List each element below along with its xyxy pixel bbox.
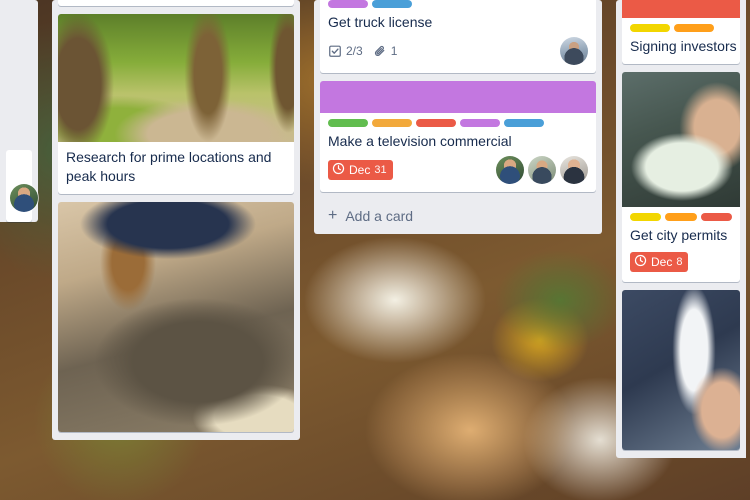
clock-icon: [332, 162, 345, 178]
label-red[interactable]: [416, 119, 456, 127]
label-blue[interactable]: [504, 119, 544, 127]
checklist-icon: [328, 44, 342, 58]
card-title: Signing investors: [630, 38, 737, 54]
card[interactable]: Signing investors: [622, 0, 740, 64]
avatar[interactable]: [10, 184, 38, 212]
due-date-badge[interactable]: Dec 8: [630, 252, 689, 272]
board-lists-container: Research for prime locations and peak ho…: [0, 0, 750, 500]
list-todo[interactable]: Get truck license 2/3 1 Make a televisio…: [314, 0, 602, 234]
add-card-label: Add a card: [345, 208, 414, 224]
card[interactable]: [6, 150, 38, 222]
card-labels: [328, 0, 588, 8]
card[interactable]: [622, 290, 740, 450]
card-labels: [328, 119, 588, 127]
list-doing[interactable]: Signing investors Get city permits Dec 8: [616, 0, 746, 458]
card-cover-image: [622, 290, 740, 450]
card-badges: Dec 31: [328, 156, 588, 184]
label-yellow-orange[interactable]: [372, 119, 412, 127]
clock-icon: [634, 254, 647, 270]
label-purple[interactable]: [460, 119, 500, 127]
card[interactable]: Research for prime locations and peak ho…: [58, 14, 294, 194]
label-green[interactable]: [328, 119, 368, 127]
due-month: Dec: [349, 163, 371, 177]
card-title: Research for prime locations and peak ho…: [66, 149, 272, 184]
due-day: 31: [374, 164, 387, 176]
card[interactable]: Get truck license 2/3 1: [320, 0, 596, 73]
card-members: [560, 37, 588, 65]
label-blue[interactable]: [372, 0, 412, 8]
plus-icon: +: [328, 207, 338, 224]
card-badges: Dec 8: [630, 250, 732, 274]
due-day: 8: [676, 256, 683, 268]
paperclip-icon: [373, 44, 387, 58]
attachment-badge: 1: [373, 44, 398, 58]
label-orange[interactable]: [665, 213, 697, 221]
label-purple[interactable]: [328, 0, 368, 8]
list-partial-left[interactable]: [0, 0, 38, 222]
avatar[interactable]: [496, 156, 524, 184]
avatar[interactable]: [560, 156, 588, 184]
label-red[interactable]: [700, 213, 732, 221]
label-yellow[interactable]: [630, 24, 670, 32]
card-title: Get city permits: [630, 227, 728, 243]
card-title: Make a television commercial: [328, 133, 512, 149]
card-labels: [630, 213, 732, 221]
label-orange[interactable]: [674, 24, 714, 32]
card[interactable]: Make a television commercial Dec 31: [320, 81, 596, 192]
add-card-button[interactable]: + Add a card: [320, 200, 596, 234]
avatar[interactable]: [528, 156, 556, 184]
checklist-count: 2/3: [346, 44, 363, 58]
card-cover-image: [58, 202, 294, 432]
card-members: [496, 156, 588, 184]
card[interactable]: [58, 202, 294, 432]
list-research[interactable]: Research for prime locations and peak ho…: [52, 0, 300, 440]
card[interactable]: [58, 0, 294, 6]
card-cover-color: [320, 81, 596, 113]
card-cover-image: [622, 72, 740, 207]
card-cover-image: [58, 14, 294, 142]
avatar[interactable]: [560, 37, 588, 65]
card-cover-color: [622, 0, 740, 18]
due-month: Dec: [651, 255, 673, 269]
card-title: Get truck license: [328, 14, 433, 30]
card-badges: 2/3 1: [328, 37, 588, 65]
card[interactable]: Get city permits Dec 8: [622, 72, 740, 282]
label-yellow[interactable]: [630, 213, 662, 221]
due-date-badge[interactable]: Dec 31: [328, 160, 393, 180]
checklist-badge: 2/3: [328, 44, 363, 58]
card-labels: [630, 24, 732, 32]
attachment-count: 1: [390, 44, 398, 58]
